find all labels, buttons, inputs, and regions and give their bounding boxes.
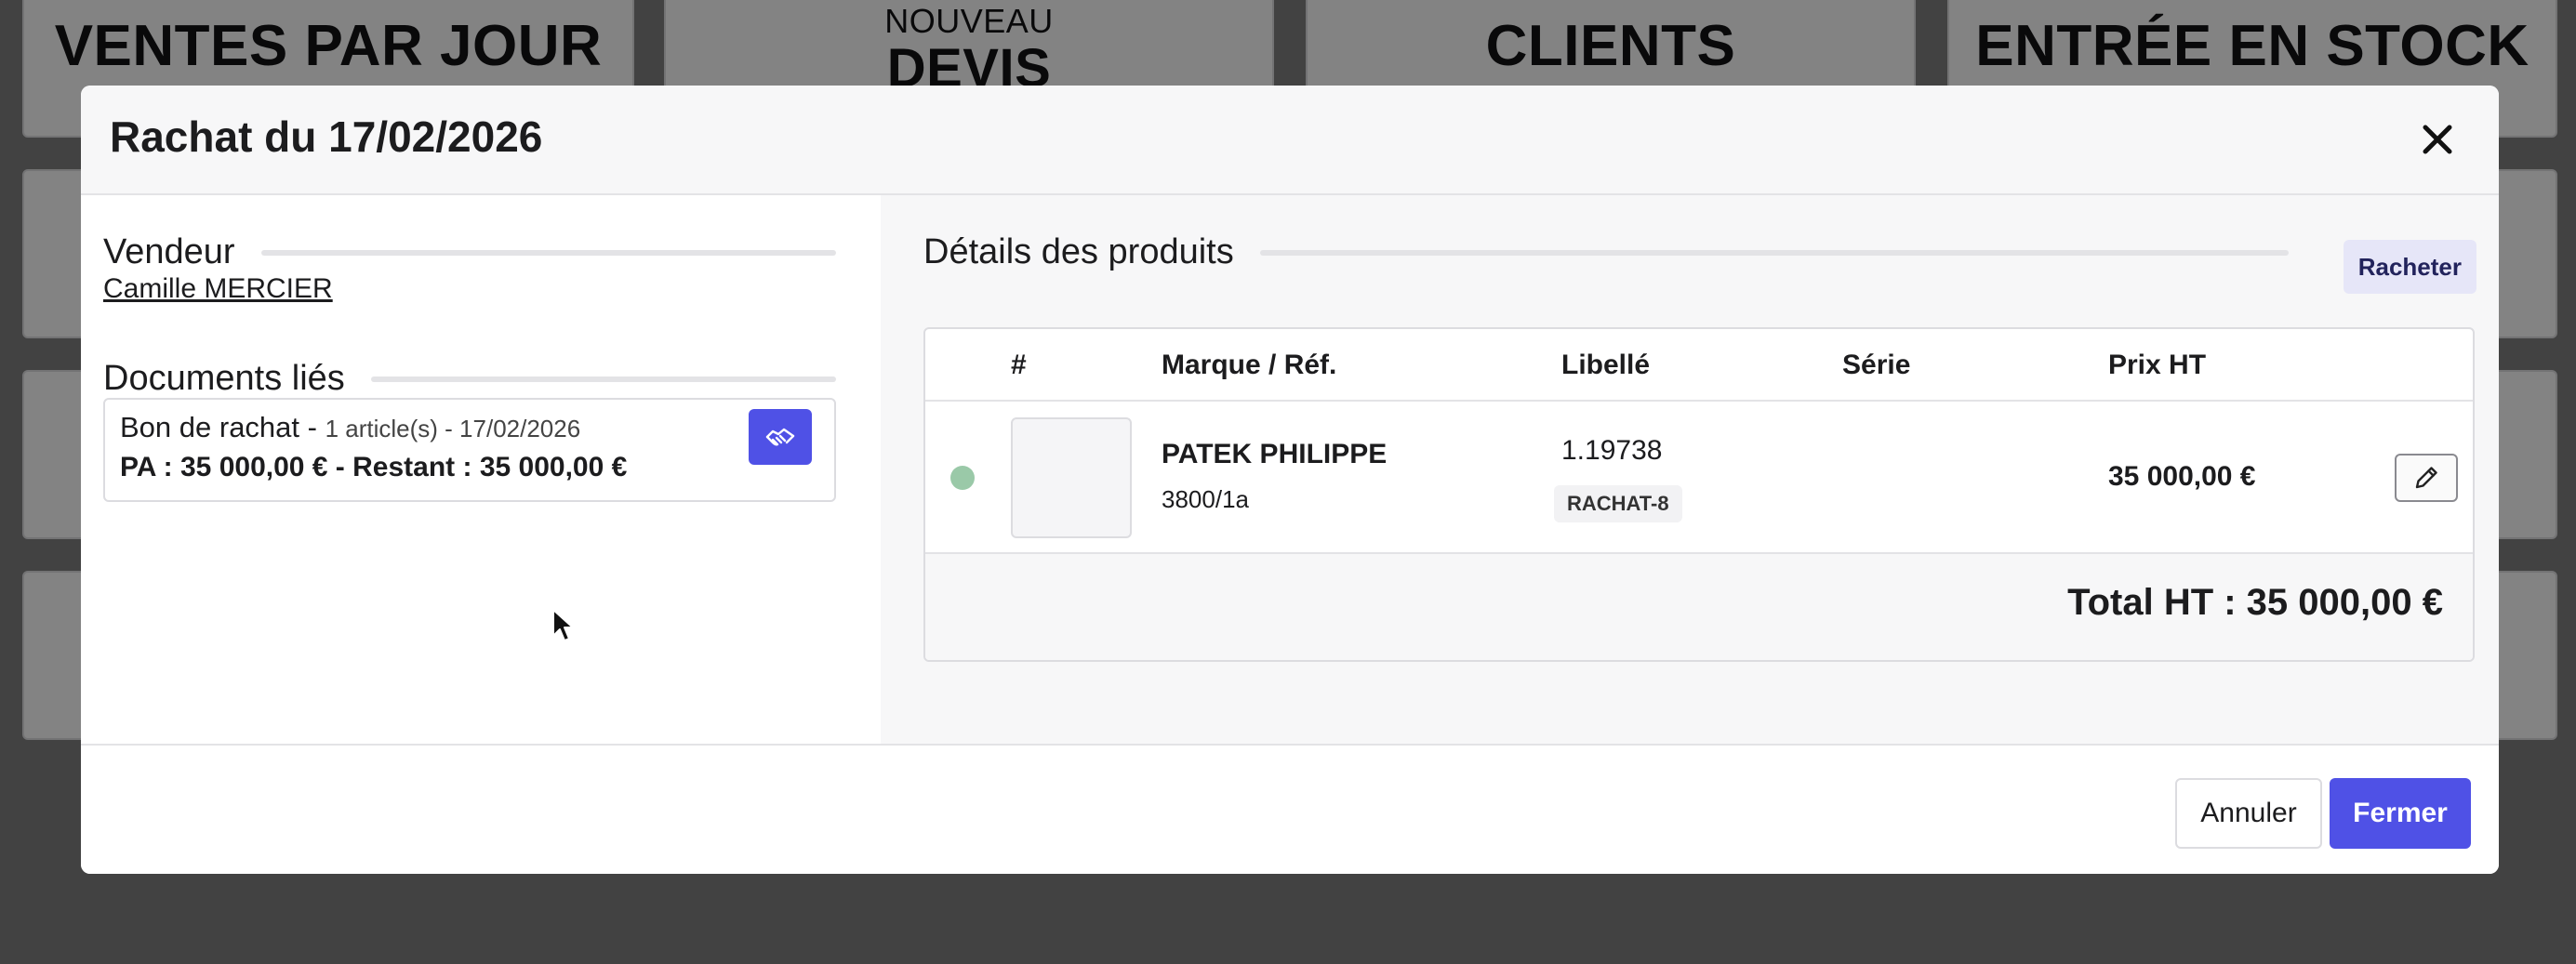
cancel-button[interactable]: Annuler xyxy=(2175,778,2322,849)
divider xyxy=(260,249,836,256)
close-button[interactable] xyxy=(2415,117,2460,162)
document-title: Bon de rachat - 1 article(s) - 17/02/202… xyxy=(120,411,580,444)
divider xyxy=(370,376,836,382)
handshake-icon xyxy=(765,428,795,446)
right-pane: Détails des produits Racheter # Marque /… xyxy=(881,195,2499,744)
close-modal-button[interactable]: Fermer xyxy=(2330,778,2471,849)
section-title: Détails des produits xyxy=(923,232,1234,271)
products-section-header: Détails des produits xyxy=(923,232,2289,272)
mouse-cursor-icon xyxy=(552,609,574,641)
modal-title: Rachat du 17/02/2026 xyxy=(110,112,543,161)
divider xyxy=(1259,249,2289,256)
column-header-label: Libellé xyxy=(1561,350,1651,380)
edit-row-button[interactable] xyxy=(2395,454,2458,502)
document-amounts: PA : 35 000,00 € - Restant : 35 000,00 € xyxy=(120,452,628,482)
open-document-button[interactable] xyxy=(749,409,812,465)
column-header-price: Prix HT xyxy=(2108,350,2207,380)
product-thumbnail xyxy=(1011,417,1132,538)
left-pane: Vendeur Camille MERCIER Documents liés B… xyxy=(81,195,881,744)
modal-header: Rachat du 17/02/2026 xyxy=(81,86,2499,195)
close-icon xyxy=(2423,125,2452,154)
racheter-button[interactable]: Racheter xyxy=(2343,240,2476,294)
modal-footer: Annuler Fermer xyxy=(81,744,2499,874)
product-tag: RACHAT-8 xyxy=(1554,485,1682,522)
table-total-row: Total HT : 35 000,00 € xyxy=(925,554,2473,660)
section-title: Documents liés xyxy=(103,359,345,398)
rachat-modal: Rachat du 17/02/2026 Vendeur Camille MER… xyxy=(81,86,2499,874)
product-label: 1.19738 xyxy=(1561,435,1663,466)
products-table: # Marque / Réf. Libellé Série Prix HT PA… xyxy=(923,327,2475,662)
pencil-icon xyxy=(2415,467,2437,489)
status-dot xyxy=(950,466,975,490)
section-title: Vendeur xyxy=(103,232,235,271)
vendeur-section-header: Vendeur xyxy=(103,232,836,272)
table-row[interactable]: PATEK PHILIPPE 3800/1a 1.19738 RACHAT-8 … xyxy=(925,402,2473,554)
column-header-brand: Marque / Réf. xyxy=(1162,350,1337,380)
linked-document-card[interactable]: Bon de rachat - 1 article(s) - 17/02/202… xyxy=(103,398,836,502)
column-header-number: # xyxy=(1011,350,1027,380)
documents-section-header: Documents liés xyxy=(103,359,836,399)
table-header-row: # Marque / Réf. Libellé Série Prix HT xyxy=(925,329,2473,402)
product-brand: PATEK PHILIPPE xyxy=(1162,439,1388,469)
seller-name-link[interactable]: Camille MERCIER xyxy=(103,273,333,305)
product-price: 35 000,00 € xyxy=(2108,461,2256,492)
document-meta: 1 article(s) - 17/02/2026 xyxy=(325,415,581,442)
document-name: Bon de rachat - xyxy=(120,411,317,443)
column-header-serial: Série xyxy=(1842,350,1911,380)
total-ht: Total HT : 35 000,00 € xyxy=(2067,582,2443,623)
product-ref: 3800/1a xyxy=(1162,485,1249,513)
